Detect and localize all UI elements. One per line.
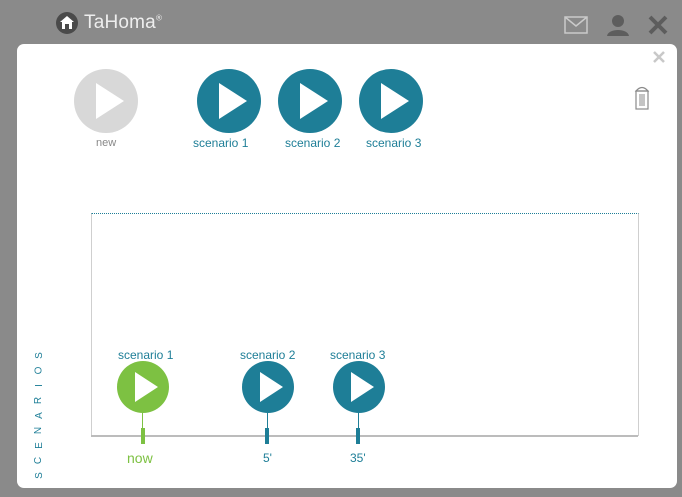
mail-icon[interactable] <box>564 16 588 39</box>
side-label-letter: N <box>33 426 45 435</box>
timeline-stem <box>358 412 359 428</box>
logo: TaHoma® <box>56 12 162 34</box>
modal-close-icon[interactable] <box>652 50 666 64</box>
scenario-3-button[interactable] <box>359 69 423 133</box>
play-icon <box>381 83 409 119</box>
logo-text: TaHoma® <box>84 12 163 33</box>
new-scenario-label: new <box>96 137 117 149</box>
timeline-stem <box>267 412 268 428</box>
play-icon <box>219 83 247 119</box>
scenario-1-label: scenario 1 <box>193 136 249 150</box>
top-bar: TaHoma® <box>0 0 682 44</box>
trash-icon[interactable] <box>634 85 650 116</box>
side-label-letter: S <box>33 472 45 479</box>
side-label-letter: E <box>33 442 45 449</box>
timeline-time-5: 5' <box>263 451 272 465</box>
close-icon[interactable] <box>648 15 668 40</box>
new-scenario-button[interactable] <box>74 69 138 133</box>
side-label-letter: R <box>33 396 45 405</box>
timeline-scenario-2-button[interactable] <box>242 361 294 413</box>
play-icon <box>300 83 328 119</box>
side-label-letter: I <box>33 384 45 387</box>
timeline-stem <box>142 412 143 428</box>
play-icon <box>135 372 158 402</box>
timeline-time-now: now <box>127 450 153 466</box>
play-icon <box>96 83 124 119</box>
scenario-2-button[interactable] <box>278 69 342 133</box>
side-label-letter: O <box>33 366 45 375</box>
play-icon <box>351 372 374 402</box>
scenario-1-button[interactable] <box>197 69 261 133</box>
side-label-letter: S <box>33 352 45 359</box>
timeline-marker-5[interactable] <box>265 428 269 444</box>
play-icon <box>260 372 283 402</box>
house-icon <box>56 12 78 34</box>
user-icon[interactable] <box>606 14 630 41</box>
timeline-axis <box>91 435 638 437</box>
timeline-scenario-3-button[interactable] <box>333 361 385 413</box>
timeline-scenario-1-button[interactable] <box>117 361 169 413</box>
scenario-2-label: scenario 2 <box>285 136 341 150</box>
timeline-time-35: 35' <box>350 451 366 465</box>
side-label-letter: A <box>33 412 45 419</box>
side-label-letter: C <box>33 456 45 465</box>
scenario-3-label: scenario 3 <box>366 136 422 150</box>
timeline-marker-35[interactable] <box>356 428 360 444</box>
timeline-scenario-2-label: scenario 2 <box>240 348 296 362</box>
timeline-scenario-3-label: scenario 3 <box>330 348 386 362</box>
timeline-marker-now[interactable] <box>141 428 145 444</box>
timeline-scenario-1-label: scenario 1 <box>118 348 174 362</box>
scenarios-side-label: SOIRANECS <box>33 350 45 481</box>
